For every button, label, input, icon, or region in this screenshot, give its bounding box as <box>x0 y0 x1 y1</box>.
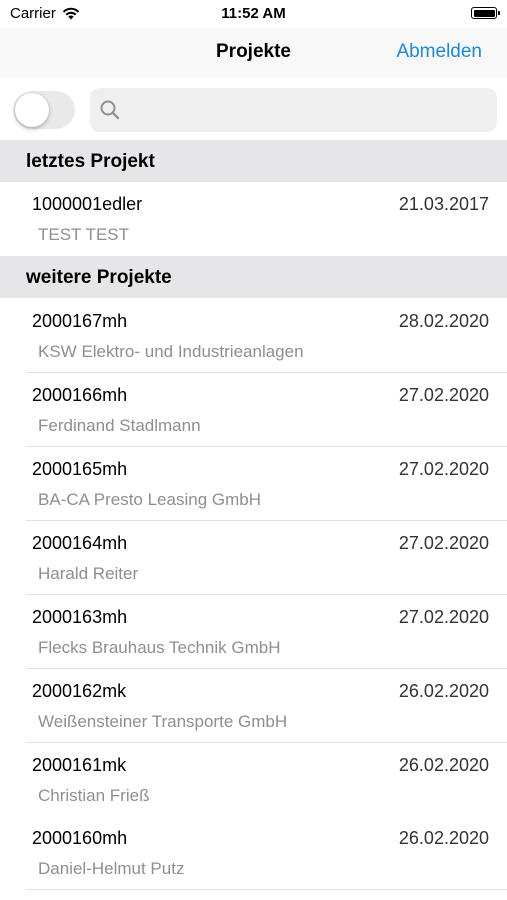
logout-button[interactable]: Abmelden <box>396 41 482 63</box>
project-date: 28.02.2020 <box>398 311 489 331</box>
project-name: Flecks Brauhaus Technik GmbH <box>38 638 281 657</box>
project-date: 26.02.2020 <box>398 755 489 775</box>
project-name: Daniel-Helmut Putz <box>38 859 185 878</box>
status-bar: Carrier 11:52 AM <box>0 0 507 28</box>
project-id: 2000167mh <box>32 311 128 331</box>
project-name: TEST TEST <box>38 225 130 244</box>
project-name: Harald Reiter <box>38 564 139 583</box>
project-id: 2000165mh <box>32 459 128 479</box>
list-item[interactable]: 2000165mh 27.02.2020 BA-CA Presto Leasin… <box>0 447 507 521</box>
filter-toggle[interactable] <box>13 91 75 129</box>
list-item[interactable]: 2000161mk 26.02.2020 Christian Frieß <box>0 743 507 817</box>
search-icon <box>100 100 120 120</box>
project-name: Weißensteiner Transporte GmbH <box>38 712 288 731</box>
project-name: Ferdinand Stadlmann <box>38 416 201 435</box>
project-date: 27.02.2020 <box>398 459 489 479</box>
section-title: weitere Projekte <box>26 267 172 288</box>
section-title: letztes Projekt <box>26 151 155 172</box>
project-name: BA-CA Presto Leasing GmbH <box>38 490 261 509</box>
project-name: Christian Frieß <box>38 786 150 805</box>
project-date: 27.02.2020 <box>398 385 489 405</box>
list-item[interactable]: 2000167mh 28.02.2020 KSW Elektro- und In… <box>0 299 507 373</box>
list-item[interactable]: 2000164mh 27.02.2020 Harald Reiter <box>0 521 507 595</box>
project-date: 21.03.2017 <box>398 194 489 214</box>
project-id: 1000001edler <box>32 194 143 214</box>
project-id: 2000164mh <box>32 533 128 553</box>
navigation-bar: Projekte Abmelden <box>0 28 507 78</box>
toggle-knob <box>15 93 49 127</box>
divider <box>26 889 507 890</box>
project-id: 2000160mh <box>32 828 128 848</box>
section-header-more-projects: weitere Projekte <box>0 256 507 298</box>
project-date: 27.02.2020 <box>398 607 489 627</box>
project-date: 26.02.2020 <box>398 828 489 848</box>
list-item[interactable]: 2000162mk 26.02.2020 Weißensteiner Trans… <box>0 669 507 743</box>
project-id: 2000166mh <box>32 385 128 405</box>
list-item[interactable]: 1000001edler 21.03.2017 TEST TEST <box>0 182 507 256</box>
project-name: KSW Elektro- und Industrieanlagen <box>38 342 304 361</box>
project-id: 2000162mk <box>32 681 127 701</box>
section-header-last-project: letztes Projekt <box>0 140 507 182</box>
list-item[interactable]: 2000163mh 27.02.2020 Flecks Brauhaus Tec… <box>0 595 507 669</box>
project-id: 2000161mk <box>32 755 127 775</box>
search-input[interactable] <box>130 88 489 134</box>
clock: 11:52 AM <box>221 5 286 22</box>
filter-bar <box>0 78 507 140</box>
list-item[interactable]: 2000160mh 26.02.2020 Daniel-Helmut Putz <box>0 816 507 890</box>
search-field[interactable] <box>90 88 497 134</box>
project-date: 27.02.2020 <box>398 533 489 553</box>
project-date: 26.02.2020 <box>398 681 489 701</box>
list-item[interactable]: 2000166mh 27.02.2020 Ferdinand Stadlmann <box>0 373 507 447</box>
battery-icon <box>471 7 500 19</box>
project-id: 2000163mh <box>32 607 128 627</box>
